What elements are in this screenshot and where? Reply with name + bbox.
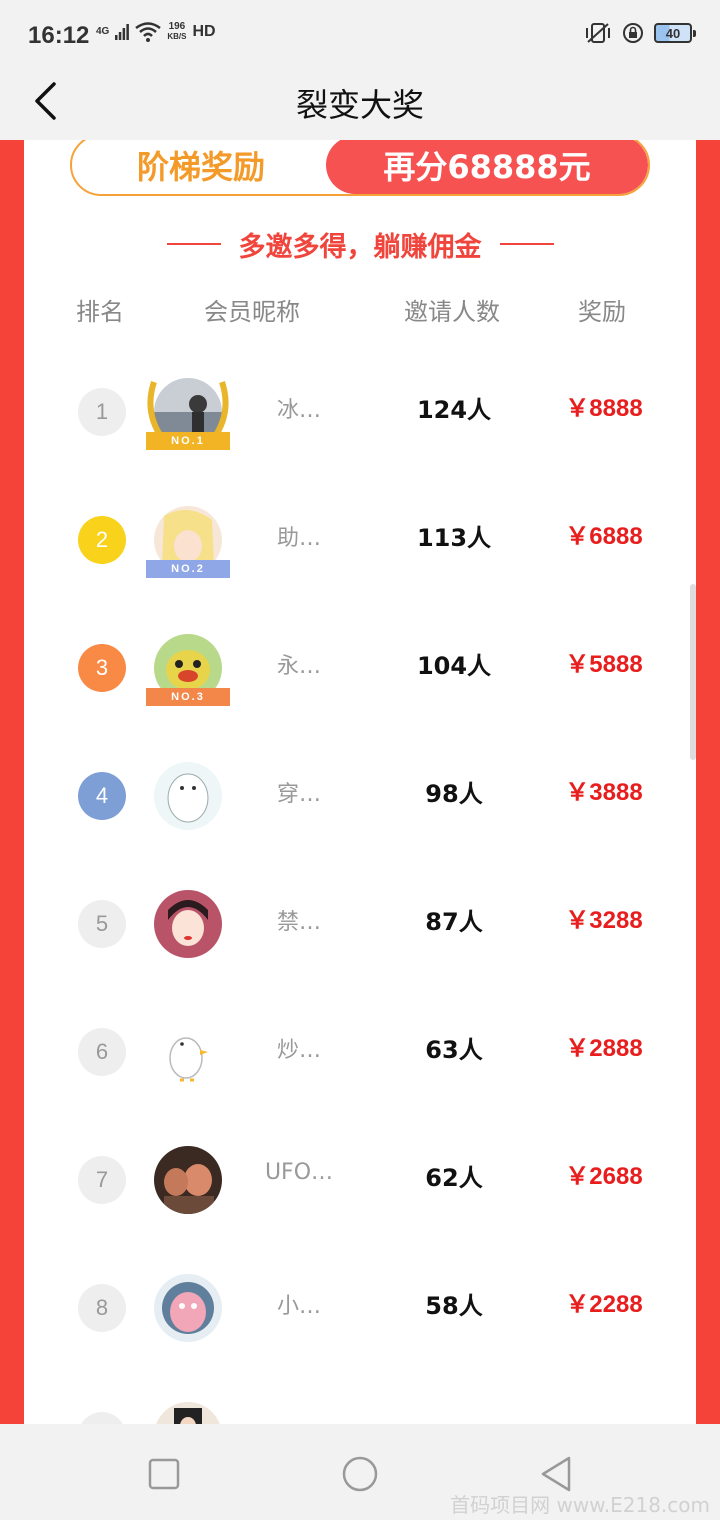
system-nav-bar: 首码项目网 www.E218.com (0, 1424, 720, 1520)
rank-badge: 3 (78, 644, 126, 692)
rank-badge: 4 (78, 772, 126, 820)
avatar (154, 1274, 222, 1342)
reward-amount: ￥5888 (565, 651, 643, 678)
watermark: 首码项目网 www.E218.com (450, 1493, 710, 1517)
reward-amount: ￥8888 (565, 395, 643, 422)
reward-amount: ￥6888 (565, 523, 643, 550)
title-bar: 裂变大奖 (0, 64, 720, 140)
invite-count: 124人 (416, 396, 492, 424)
tab-share-bonus[interactable]: 再分68888元 (326, 140, 648, 194)
rank-badge: 7 (78, 1156, 126, 1204)
column-nickname: 会员昵称 (204, 298, 300, 326)
table-row[interactable]: 2 NO.2 助… 113人 ￥6888 (24, 476, 696, 604)
rank-badge: 1 (78, 388, 126, 436)
avatar (154, 1018, 222, 1086)
triangle-back-icon (541, 1456, 571, 1492)
member-nickname: UFO… (264, 1160, 334, 1185)
reward-amount: ￥2288 (565, 1291, 643, 1318)
signal-icon (115, 24, 130, 40)
reward-amount: ￥2688 (565, 1163, 643, 1190)
home-button[interactable] (332, 1446, 388, 1502)
status-right-icons: 40 (584, 22, 696, 44)
member-nickname: 助… (276, 526, 321, 551)
reward-frame: 阶梯奖励 再分68888元 多邀多得，躺赚佣金 排名 会员昵称 邀请人数 奖励 … (0, 140, 720, 1424)
avatar (154, 1146, 222, 1214)
rotation-lock-icon (623, 23, 643, 43)
wifi-icon (135, 22, 162, 42)
medal-badge: NO.2 (146, 560, 230, 578)
tab-tiered-rewards[interactable]: 阶梯奖励 (72, 140, 330, 194)
reward-amount: ￥2888 (565, 1035, 643, 1062)
invite-count: 63人 (425, 1036, 483, 1064)
network-speed: 196 KB/S (167, 21, 187, 42)
member-nickname: 炒… (276, 1038, 321, 1063)
vibrate-mute-icon (586, 23, 610, 43)
invite-count: 104人 (416, 652, 492, 680)
column-invites: 邀请人数 (404, 298, 500, 326)
square-icon (148, 1458, 180, 1490)
invite-count: 98人 (425, 780, 483, 808)
table-row[interactable]: 4 穿… 98人 ￥3888 (24, 732, 696, 860)
member-nickname: 冰… (276, 398, 321, 423)
invite-count: 58人 (425, 1292, 483, 1320)
rank-badge: 6 (78, 1028, 126, 1076)
network-label: 4G (96, 26, 110, 37)
slogan-divider-right (499, 243, 554, 245)
rank-badge: 5 (78, 900, 126, 948)
member-nickname: 永… (276, 654, 321, 679)
avatar (154, 1402, 222, 1424)
avatar (154, 890, 222, 958)
battery-icon: 40 (654, 23, 696, 43)
rank-badge: 8 (78, 1284, 126, 1332)
table-row[interactable]: 7 UFO… 62人 ￥2688 (24, 1116, 696, 1244)
leaderboard-panel[interactable]: 阶梯奖励 再分68888元 多邀多得，躺赚佣金 排名 会员昵称 邀请人数 奖励 … (24, 140, 696, 1424)
table-row[interactable]: 6 炒… 63人 ￥2888 (24, 988, 696, 1116)
member-nickname: 小… (276, 1294, 321, 1319)
avatar (154, 762, 222, 830)
rank-badge: 2 (78, 516, 126, 564)
table-header: 排名 会员昵称 邀请人数 奖励 (24, 292, 696, 332)
table-row[interactable]: 8 小… 58人 ￥2288 (24, 1244, 696, 1372)
scrollbar-thumb[interactable] (690, 584, 696, 760)
invite-count: 62人 (425, 1164, 483, 1192)
slogan-text: 多邀多得，躺赚佣金 (238, 231, 482, 263)
rank-badge (78, 1412, 126, 1424)
reward-amount: ￥3288 (565, 907, 643, 934)
member-nickname: 穿… (276, 782, 321, 807)
status-bar: 16:12 4G 196 KB/S HD 40 (0, 0, 720, 64)
circle-icon (342, 1456, 378, 1492)
hd-label: HD (192, 23, 216, 40)
invite-count: 113人 (416, 524, 492, 552)
table-row[interactable]: 3 NO.3 永… 104人 ￥5888 (24, 604, 696, 732)
status-time: 16:12 (28, 22, 90, 49)
slogan-divider-left (166, 243, 221, 245)
table-row[interactable]: 5 禁… 87人 ￥3288 (24, 860, 696, 988)
page-title: 裂变大奖 (295, 86, 424, 124)
member-nickname: 禁… (276, 910, 321, 935)
status-left-icons: 4G 196 KB/S HD (96, 22, 216, 42)
invite-count: 87人 (425, 908, 483, 936)
column-rank: 排名 (76, 298, 124, 326)
column-reward: 奖励 (578, 298, 626, 326)
reward-amount: ￥3888 (565, 779, 643, 806)
tab-switcher: 阶梯奖励 再分68888元 (70, 140, 650, 196)
table-row[interactable] (24, 1372, 696, 1424)
medal-badge: NO.3 (146, 688, 230, 706)
slogan-row: 多邀多得，躺赚佣金 (24, 224, 696, 264)
medal-badge: NO.1 (146, 432, 230, 450)
table-row[interactable]: 1 NO.1 冰… 124人 ￥8888 (24, 348, 696, 476)
recent-apps-button[interactable] (136, 1446, 192, 1502)
